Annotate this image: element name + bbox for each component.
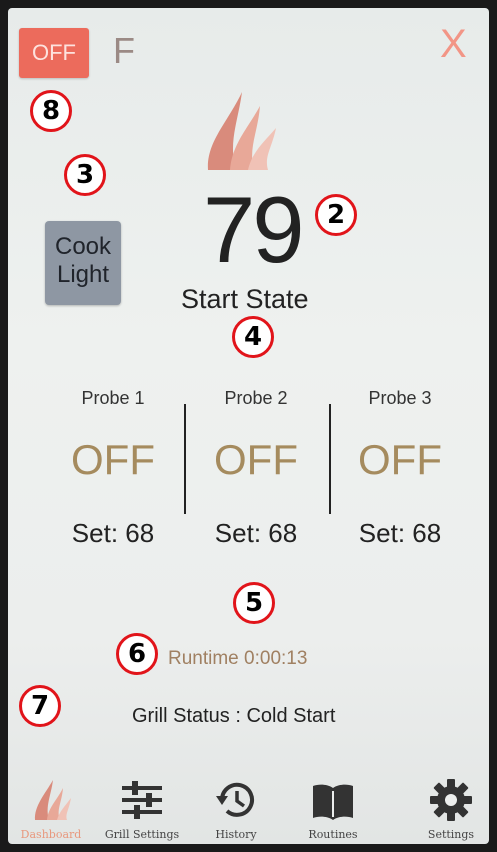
power-off-button[interactable]: OFF — [19, 28, 89, 78]
current-temperature: 79 — [203, 177, 305, 282]
close-button[interactable]: X — [440, 22, 467, 67]
nav-label: Settings — [427, 828, 475, 841]
grill-state: Start State — [181, 284, 309, 314]
cook-light-button[interactable]: Cook Light — [45, 221, 121, 305]
probe-setpoint: Set: 68 — [71, 518, 155, 548]
probe-name: Probe 3 — [368, 388, 432, 408]
callout-marker: 7 — [19, 685, 61, 727]
callout-marker: 6 — [116, 633, 158, 675]
history-icon — [191, 778, 281, 822]
callout-marker: 5 — [233, 582, 275, 624]
callout-marker: 3 — [64, 154, 106, 196]
probe-name: Probe 2 — [224, 388, 288, 408]
probe-setpoint: Set: 68 — [214, 518, 298, 548]
probe-value: OFF — [214, 436, 298, 483]
nav-grill-settings[interactable]: Grill Settings — [97, 778, 187, 841]
nav-dashboard[interactable]: Dashboard — [8, 778, 96, 841]
nav-label: Dashboard — [20, 828, 82, 841]
nav-label: History — [215, 828, 257, 841]
probe-name: Probe 1 — [81, 388, 145, 408]
callout-marker: 2 — [315, 194, 357, 236]
probe-value: OFF — [358, 436, 442, 483]
sliders-icon — [97, 778, 187, 822]
nav-label: Routines — [308, 828, 358, 841]
flame-logo-icon — [198, 92, 278, 179]
probe-setpoint: Set: 68 — [358, 518, 442, 548]
nav-label: Grill Settings — [104, 828, 180, 841]
cook-light-label-line2: Light — [56, 261, 110, 288]
book-icon — [288, 778, 378, 822]
probe-value: OFF — [71, 436, 155, 483]
callout-marker: 8 — [30, 90, 72, 132]
nav-routines[interactable]: Routines — [288, 778, 378, 841]
callout-marker: 4 — [232, 316, 274, 358]
gear-icon — [406, 778, 489, 822]
cook-light-label-line1: Cook — [54, 233, 112, 260]
nav-history[interactable]: History — [191, 778, 281, 841]
temperature-unit-toggle[interactable]: F — [113, 30, 135, 72]
grill-status: Grill Status : Cold Start — [132, 705, 336, 727]
controller-screen: OFF F X 79 Start State Cook Light Probe … — [8, 8, 489, 844]
runtime-display: Runtime 0:00:13 — [168, 648, 308, 669]
nav-settings[interactable]: Settings — [406, 778, 489, 841]
flame-icon — [8, 778, 96, 822]
